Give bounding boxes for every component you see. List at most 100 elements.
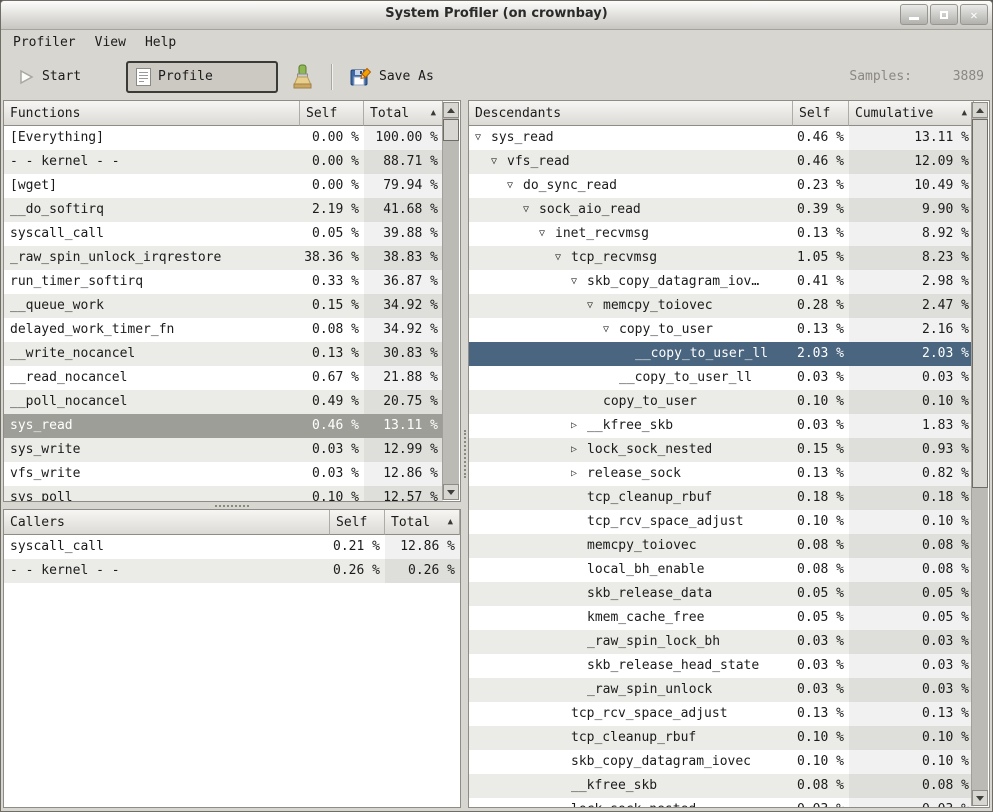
- expander-open-icon[interactable]: ▽: [571, 270, 587, 294]
- function-row[interactable]: [Everything]0.00 %100.00 %: [4, 126, 443, 150]
- descendants-scrollbar[interactable]: [971, 102, 988, 806]
- descendant-row[interactable]: local_bh_enable0.08 %0.08 %: [469, 558, 974, 582]
- scrollbar-thumb[interactable]: [972, 119, 988, 488]
- profile-toggle-button[interactable]: Profile: [126, 61, 278, 93]
- column-header-descendants[interactable]: Descendants: [469, 101, 793, 126]
- start-button[interactable]: Start: [9, 63, 114, 91]
- descendant-name-cell: ▷release_sock: [469, 462, 793, 486]
- reset-button[interactable]: [282, 59, 322, 95]
- close-button[interactable]: ✕: [960, 4, 988, 25]
- scrollbar-thumb[interactable]: [443, 119, 459, 141]
- expander-open-icon[interactable]: ▽: [603, 318, 619, 342]
- descendant-row[interactable]: copy_to_user0.10 %0.10 %: [469, 390, 974, 414]
- titlebar[interactable]: System Profiler (on crownbay) ✕: [1, 1, 992, 30]
- column-header-total[interactable]: Total▲: [385, 510, 460, 535]
- descendant-row[interactable]: tcp_cleanup_rbuf0.18 %0.18 %: [469, 486, 974, 510]
- self-value-cell: 0.03 %: [793, 366, 849, 390]
- function-row[interactable]: _raw_spin_unlock_irqrestore38.36 %38.83 …: [4, 246, 443, 270]
- descendant-name-cell: tcp_cleanup_rbuf: [469, 486, 793, 510]
- functions-scrollbar[interactable]: [442, 102, 459, 500]
- descendant-row[interactable]: ▽skb_copy_datagram_iov…0.41 %2.98 %: [469, 270, 974, 294]
- descendant-row[interactable]: skb_release_head_state0.03 %0.03 %: [469, 654, 974, 678]
- function-row[interactable]: - - kernel - -0.00 %88.71 %: [4, 150, 443, 174]
- descendant-row[interactable]: ▽vfs_read0.46 %12.09 %: [469, 150, 974, 174]
- vertical-splitter[interactable]: [461, 100, 468, 808]
- scroll-down-button[interactable]: [443, 484, 459, 500]
- function-row[interactable]: sys_read0.46 %13.11 %: [4, 414, 443, 438]
- expander-open-icon[interactable]: ▽: [555, 246, 571, 270]
- total-value-cell: 79.94 %: [364, 174, 443, 198]
- expander-closed-icon[interactable]: ▷: [571, 438, 587, 462]
- self-value-cell: 0.46 %: [793, 126, 849, 150]
- descendant-row[interactable]: _raw_spin_lock_bh0.03 %0.03 %: [469, 630, 974, 654]
- column-header-self[interactable]: Self: [793, 101, 849, 126]
- expander-open-icon[interactable]: ▽: [587, 294, 603, 318]
- descendant-row[interactable]: ▷lock_sock_nested0.15 %0.93 %: [469, 438, 974, 462]
- samples-label: Samples:: [849, 69, 912, 84]
- descendant-row[interactable]: ▽do_sync_read0.23 %10.49 %: [469, 174, 974, 198]
- function-row[interactable]: run_timer_softirq0.33 %36.87 %: [4, 270, 443, 294]
- function-row[interactable]: __do_softirq2.19 %41.68 %: [4, 198, 443, 222]
- cumulative-value-cell: 0.05 %: [849, 606, 974, 630]
- descendant-row[interactable]: ▽memcpy_toiovec0.28 %2.47 %: [469, 294, 974, 318]
- menu-item-view[interactable]: View: [95, 35, 126, 50]
- descendant-row[interactable]: __kfree_skb0.08 %0.08 %: [469, 774, 974, 798]
- expander-open-icon[interactable]: ▽: [523, 198, 539, 222]
- descendant-row[interactable]: ▽sys_read0.46 %13.11 %: [469, 126, 974, 150]
- column-header-self[interactable]: Self: [330, 510, 385, 535]
- descendant-row[interactable]: tcp_rcv_space_adjust0.10 %0.10 %: [469, 510, 974, 534]
- column-header-self[interactable]: Self: [300, 101, 364, 126]
- expander-closed-icon[interactable]: ▷: [571, 414, 587, 438]
- save-as-button[interactable]: Save As: [342, 61, 442, 93]
- scroll-up-button[interactable]: [972, 102, 988, 118]
- descendant-row[interactable]: __copy_to_user_ll2.03 %2.03 %: [469, 342, 974, 366]
- maximize-button[interactable]: [930, 4, 958, 25]
- descendant-row[interactable]: memcpy_toiovec0.08 %0.08 %: [469, 534, 974, 558]
- caller-row[interactable]: syscall_call0.21 %12.86 %: [4, 535, 460, 559]
- function-row[interactable]: __queue_work0.15 %34.92 %: [4, 294, 443, 318]
- descendant-row[interactable]: kmem_cache_free0.05 %0.05 %: [469, 606, 974, 630]
- function-row[interactable]: sys_write0.03 %12.99 %: [4, 438, 443, 462]
- descendant-row[interactable]: tcp_cleanup_rbuf0.10 %0.10 %: [469, 726, 974, 750]
- column-header-callers[interactable]: Callers: [4, 510, 330, 535]
- scroll-up-button[interactable]: [443, 102, 459, 118]
- descendant-row[interactable]: lock_sock_nested0.03 %0.03 %: [469, 798, 974, 807]
- expander-open-icon[interactable]: ▽: [475, 126, 491, 150]
- descendant-row[interactable]: skb_release_data0.05 %0.05 %: [469, 582, 974, 606]
- expander-open-icon[interactable]: ▽: [507, 174, 523, 198]
- descendant-row[interactable]: ▽copy_to_user0.13 %2.16 %: [469, 318, 974, 342]
- function-row[interactable]: __read_nocancel0.67 %21.88 %: [4, 366, 443, 390]
- scroll-down-button[interactable]: [972, 790, 988, 806]
- caller-row[interactable]: - - kernel - -0.26 %0.26 %: [4, 559, 460, 583]
- function-row[interactable]: syscall_call0.05 %39.88 %: [4, 222, 443, 246]
- descendant-row[interactable]: ▷__kfree_skb0.03 %1.83 %: [469, 414, 974, 438]
- menu-item-profiler[interactable]: Profiler: [13, 35, 76, 50]
- function-row[interactable]: __poll_nocancel0.49 %20.75 %: [4, 390, 443, 414]
- descendant-row[interactable]: tcp_rcv_space_adjust0.13 %0.13 %: [469, 702, 974, 726]
- maximize-icon: [940, 11, 948, 19]
- descendant-row[interactable]: ▷release_sock0.13 %0.82 %: [469, 462, 974, 486]
- column-header-functions[interactable]: Functions: [4, 101, 300, 126]
- horizontal-splitter[interactable]: [3, 502, 461, 509]
- function-row[interactable]: __write_nocancel0.13 %30.83 %: [4, 342, 443, 366]
- function-row[interactable]: vfs_write0.03 %12.86 %: [4, 462, 443, 486]
- menu-item-help[interactable]: Help: [145, 35, 176, 50]
- function-row[interactable]: delayed_work_timer_fn0.08 %34.92 %: [4, 318, 443, 342]
- descendant-row[interactable]: skb_copy_datagram_iovec0.10 %0.10 %: [469, 750, 974, 774]
- expander-open-icon[interactable]: ▽: [491, 150, 507, 174]
- descendant-row[interactable]: __copy_to_user_ll0.03 %0.03 %: [469, 366, 974, 390]
- descendant-row[interactable]: ▽tcp_recvmsg1.05 %8.23 %: [469, 246, 974, 270]
- column-header-total[interactable]: Total▲: [364, 101, 443, 126]
- expander-closed-icon[interactable]: ▷: [571, 462, 587, 486]
- expander-open-icon[interactable]: ▽: [539, 222, 555, 246]
- descendant-row[interactable]: _raw_spin_unlock0.03 %0.03 %: [469, 678, 974, 702]
- self-value-cell: 0.00 %: [300, 126, 364, 150]
- function-row[interactable]: sys_poll0.10 %12.57 %: [4, 486, 443, 501]
- function-row[interactable]: [wget]0.00 %79.94 %: [4, 174, 443, 198]
- descendant-row[interactable]: ▽inet_recvmsg0.13 %8.92 %: [469, 222, 974, 246]
- minimize-button[interactable]: [900, 4, 928, 25]
- total-value-cell: 30.83 %: [364, 342, 443, 366]
- descendant-row[interactable]: ▽sock_aio_read0.39 %9.90 %: [469, 198, 974, 222]
- cumulative-value-cell: 0.03 %: [849, 366, 974, 390]
- column-header-cumulative[interactable]: Cumulative▲: [849, 101, 974, 126]
